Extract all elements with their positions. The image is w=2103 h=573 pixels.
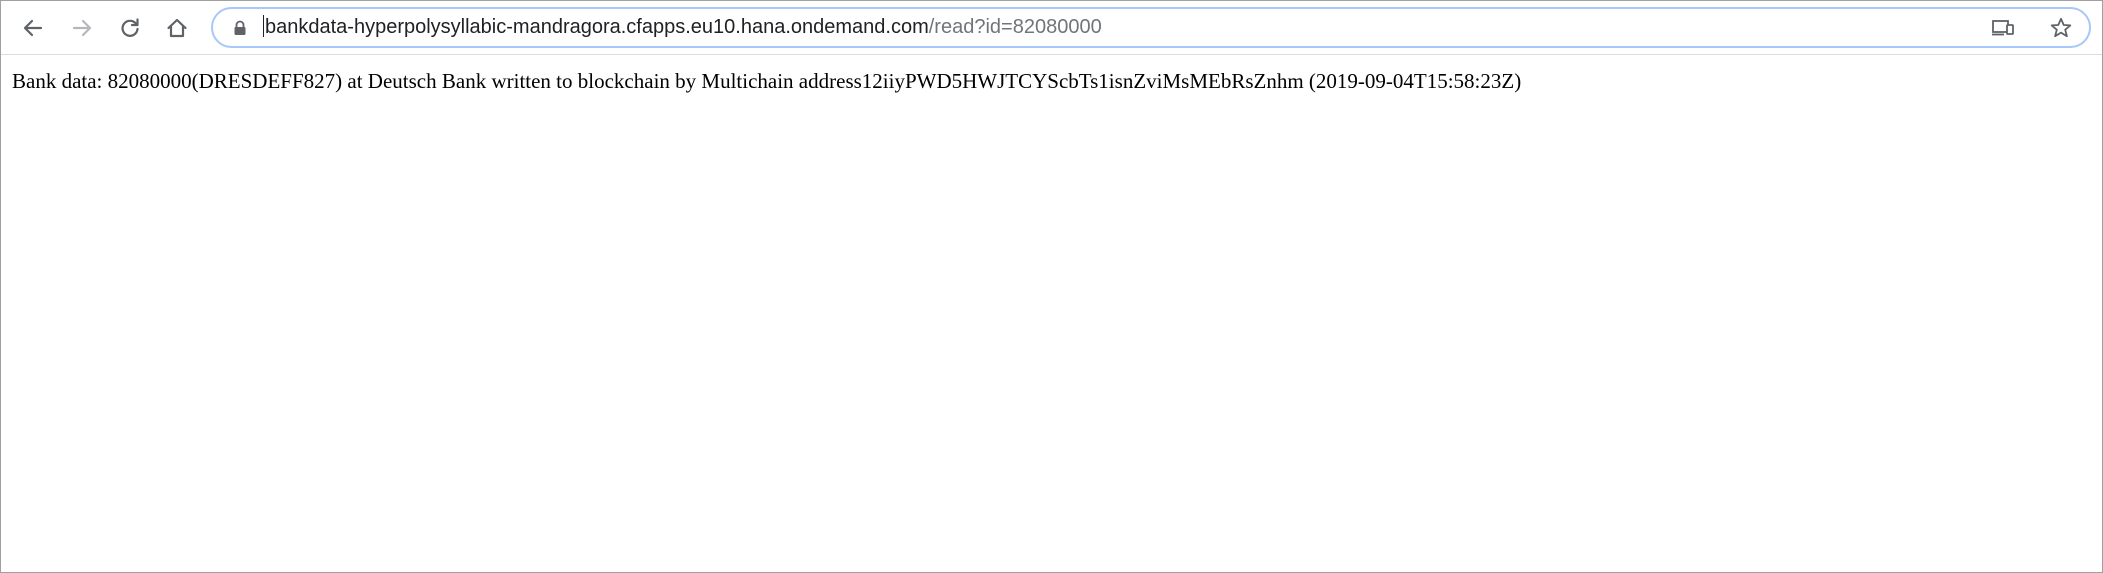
address-bar[interactable]: bankdata-hyperpolysyllabic-mandragora.cf… bbox=[211, 7, 2091, 48]
url-host: bankdata-hyperpolysyllabic-mandragora.cf… bbox=[265, 16, 929, 38]
url-text[interactable]: bankdata-hyperpolysyllabic-mandragora.cf… bbox=[263, 9, 1102, 46]
reload-icon bbox=[121, 18, 139, 37]
cast-icon[interactable] bbox=[1991, 17, 2015, 44]
reload-button[interactable] bbox=[112, 10, 148, 46]
browser-toolbar: bankdata-hyperpolysyllabic-mandragora.cf… bbox=[1, 1, 2102, 55]
page-text: Bank data: 82080000(DRESDEFF827) at Deut… bbox=[12, 69, 1522, 93]
lock-icon[interactable] bbox=[233, 20, 247, 41]
back-button[interactable] bbox=[15, 10, 51, 46]
star-icon[interactable] bbox=[2049, 16, 2073, 45]
forward-button[interactable] bbox=[64, 10, 100, 46]
home-button[interactable] bbox=[159, 10, 195, 46]
home-icon bbox=[167, 18, 187, 38]
browser-window: bankdata-hyperpolysyllabic-mandragora.cf… bbox=[0, 0, 2103, 573]
url-path: /read?id=82080000 bbox=[928, 16, 1102, 38]
arrow-left-icon bbox=[23, 19, 43, 37]
arrow-right-icon bbox=[72, 19, 92, 37]
text-cursor bbox=[263, 15, 264, 37]
